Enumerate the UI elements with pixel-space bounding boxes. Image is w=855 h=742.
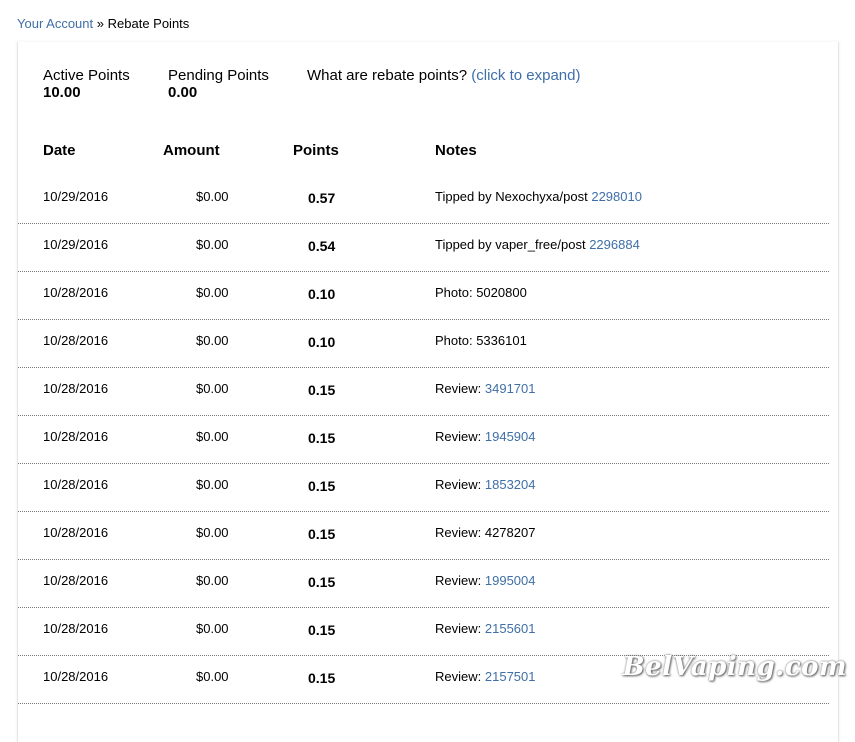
pending-points-value: 0.00 [168, 84, 198, 101]
row-points: 0.10 [308, 334, 336, 350]
row-date: 10/28/2016 [43, 429, 109, 444]
row-notes: Tipped by vaper_free/post 2296884 [435, 237, 640, 253]
row-amount: $0.00 [196, 477, 229, 492]
row-notes: Photo: 5020800 [435, 285, 527, 301]
row-amount: $0.00 [196, 381, 229, 396]
row-note-link[interactable]: 1853204 [485, 477, 536, 492]
row-notes: Review: 1995004 [435, 573, 536, 589]
row-points: 0.54 [308, 238, 336, 254]
pending-points-label: Pending Points [168, 67, 269, 84]
row-note-link[interactable]: 2155601 [485, 621, 536, 636]
table-row: 10/28/2016 $0.00 0.15 Review: 2155601 [18, 608, 829, 656]
row-notes: Review: 2157501 [435, 669, 536, 685]
row-note-text: Photo: 5020800 [435, 285, 527, 300]
row-amount: $0.00 [196, 573, 229, 588]
row-date: 10/28/2016 [43, 381, 109, 396]
row-note-text: Review: [435, 573, 482, 588]
row-notes: Review: 2155601 [435, 621, 536, 637]
row-note-text: Review: 4278207 [435, 525, 536, 540]
active-points-summary: Active Points 10.00 [43, 67, 130, 101]
row-date: 10/28/2016 [43, 477, 109, 492]
active-points-label: Active Points [43, 67, 130, 84]
row-note-link[interactable]: 2157501 [485, 669, 536, 684]
row-note-text: Tipped by vaper_free/post [435, 237, 586, 252]
row-amount: $0.00 [196, 189, 229, 204]
rebate-info: What are rebate points? (click to expand… [307, 67, 580, 84]
row-date: 10/28/2016 [43, 621, 109, 636]
row-date: 10/28/2016 [43, 333, 109, 348]
row-amount: $0.00 [196, 525, 229, 540]
table-row: 10/28/2016 $0.00 0.15 Review: 1995004 [18, 560, 829, 608]
row-points: 0.57 [308, 190, 336, 206]
breadcrumb-separator: » [96, 16, 104, 31]
row-amount: $0.00 [196, 429, 229, 444]
row-notes: Review: 3491701 [435, 381, 536, 397]
row-notes: Photo: 5336101 [435, 333, 527, 349]
row-note-text: Review: [435, 381, 482, 396]
breadcrumb-your-account-link[interactable]: Your Account [17, 16, 93, 31]
row-note-text: Review: [435, 621, 482, 636]
row-amount: $0.00 [196, 333, 229, 348]
table-row: 10/28/2016 $0.00 0.15 Review: 1853204 [18, 464, 829, 512]
row-points: 0.15 [308, 574, 336, 590]
row-note-text: Photo: 5336101 [435, 333, 527, 348]
table-row: 10/28/2016 $0.00 0.15 Review: 3491701 [18, 368, 829, 416]
row-date: 10/28/2016 [43, 573, 109, 588]
row-points: 0.15 [308, 478, 336, 494]
header-date: Date [43, 142, 76, 159]
row-notes: Tipped by Nexochyxa/post 2298010 [435, 189, 642, 205]
breadcrumb-current: Rebate Points [107, 16, 190, 31]
row-note-link[interactable]: 2298010 [591, 189, 642, 204]
row-date: 10/29/2016 [43, 189, 109, 204]
table-row: 10/28/2016 $0.00 0.10 Photo: 5020800 [18, 272, 829, 320]
row-points: 0.15 [308, 382, 336, 398]
header-amount: Amount [163, 142, 220, 159]
header-points: Points [293, 142, 339, 159]
row-points: 0.15 [308, 670, 336, 686]
row-note-link[interactable]: 2296884 [589, 237, 640, 252]
row-points: 0.15 [308, 430, 336, 446]
table-row: 10/29/2016 $0.00 0.54 Tipped by vaper_free/… [18, 224, 829, 272]
breadcrumb: Your Account » Rebate Points [17, 16, 189, 32]
row-notes: Review: 4278207 [435, 525, 535, 541]
row-date: 10/28/2016 [43, 285, 109, 300]
row-notes: Review: 1945904 [435, 429, 536, 445]
rebate-info-label: What are rebate points? [307, 67, 468, 84]
rebate-points-panel: Active Points 10.00 Pending Points 0.00 … [17, 42, 839, 742]
header-notes: Notes [435, 142, 477, 159]
row-points: 0.15 [308, 526, 336, 542]
row-amount: $0.00 [196, 621, 229, 636]
table-row: 10/28/2016 $0.00 0.10 Photo: 5336101 [18, 320, 829, 368]
row-notes: Review: 1853204 [435, 477, 536, 493]
row-note-text: Review: [435, 477, 482, 492]
active-points-value: 10.00 [43, 84, 81, 101]
row-note-link[interactable]: 1945904 [485, 429, 536, 444]
points-table-body: 10/29/2016 $0.00 0.57 Tipped by Nexochyxa/p… [18, 176, 829, 704]
table-row: 10/28/2016 $0.00 0.15 Review: 4278207 [18, 512, 829, 560]
row-amount: $0.00 [196, 237, 229, 252]
row-note-text: Review: [435, 429, 482, 444]
watermark-logo: BelVaping.com [622, 652, 847, 682]
row-date: 10/28/2016 [43, 525, 109, 540]
row-points: 0.10 [308, 286, 336, 302]
row-note-link[interactable]: 1995004 [485, 573, 536, 588]
expand-info-link[interactable]: (click to expand) [471, 67, 580, 84]
row-date: 10/28/2016 [43, 669, 109, 684]
row-date: 10/29/2016 [43, 237, 109, 252]
pending-points-summary: Pending Points 0.00 [168, 67, 269, 101]
row-note-link[interactable]: 3491701 [485, 381, 536, 396]
row-note-text: Tipped by Nexochyxa/post [435, 189, 588, 204]
row-points: 0.15 [308, 622, 336, 638]
row-amount: $0.00 [196, 285, 229, 300]
table-row: 10/28/2016 $0.00 0.15 Review: 1945904 [18, 416, 829, 464]
row-note-text: Review: [435, 669, 482, 684]
table-row: 10/29/2016 $0.00 0.57 Tipped by Nexochyxa/p… [18, 176, 829, 224]
row-amount: $0.00 [196, 669, 229, 684]
